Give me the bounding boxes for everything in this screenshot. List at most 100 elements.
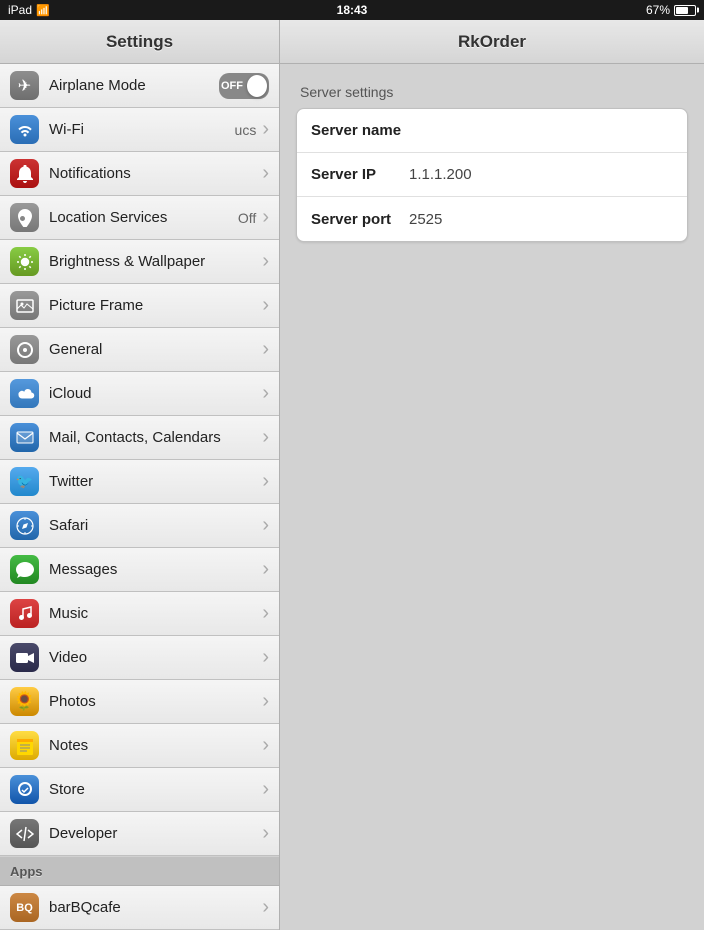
- status-left: iPad 📶: [8, 3, 50, 17]
- picture-frame-chevron: [262, 294, 269, 317]
- sidebar-item-notes[interactable]: Notes: [0, 724, 279, 768]
- location-services-value: Off: [238, 210, 256, 226]
- sidebar: Settings ✈ Airplane Mode OFF Wi-Fi: [0, 20, 280, 930]
- store-label: Store: [49, 781, 262, 798]
- sidebar-title: Settings: [106, 32, 173, 52]
- barbqcafe-chevron: [262, 896, 269, 919]
- airplane-mode-icon: ✈: [10, 71, 39, 100]
- location-services-label: Location Services: [49, 209, 238, 226]
- mail-chevron: [262, 426, 269, 449]
- notifications-chevron: [262, 162, 269, 185]
- general-icon: [10, 335, 39, 364]
- barbqcafe-label: barBQcafe: [49, 899, 262, 916]
- notes-label: Notes: [49, 737, 262, 754]
- notes-chevron: [262, 734, 269, 757]
- picture-frame-label: Picture Frame: [49, 297, 262, 314]
- battery-percent: 67%: [646, 3, 670, 17]
- status-time: 18:43: [337, 3, 368, 17]
- status-right: 67%: [646, 3, 696, 17]
- sidebar-item-general[interactable]: General: [0, 328, 279, 372]
- music-label: Music: [49, 605, 262, 622]
- sidebar-item-barbqcafe[interactable]: BQ barBQcafe: [0, 886, 279, 930]
- right-panel: RkOrder Server settings Server name Serv…: [280, 20, 704, 930]
- sidebar-item-wifi[interactable]: Wi-Fi ucs: [0, 108, 279, 152]
- sidebar-list: ✈ Airplane Mode OFF Wi-Fi ucs: [0, 64, 279, 930]
- airplane-mode-label: Airplane Mode: [49, 77, 219, 94]
- wifi-icon: [10, 115, 39, 144]
- photos-chevron: [262, 690, 269, 713]
- apps-section-header: Apps: [0, 856, 279, 886]
- sidebar-item-twitter[interactable]: 🐦 Twitter: [0, 460, 279, 504]
- battery-icon: [674, 5, 696, 16]
- twitter-chevron: [262, 470, 269, 493]
- server-settings-group: Server name Server IP 1.1.1.200 Server p…: [296, 108, 688, 242]
- twitter-icon: 🐦: [10, 467, 39, 496]
- server-name-label: Server name: [311, 122, 401, 139]
- mail-icon: [10, 423, 39, 452]
- apps-section-label: Apps: [10, 864, 43, 879]
- brightness-chevron: [262, 250, 269, 273]
- sidebar-item-notifications[interactable]: Notifications: [0, 152, 279, 196]
- store-chevron: [262, 778, 269, 801]
- server-settings-title: Server settings: [296, 84, 688, 100]
- twitter-label: Twitter: [49, 473, 262, 490]
- wifi-chevron: [262, 118, 269, 141]
- music-chevron: [262, 602, 269, 625]
- notifications-label: Notifications: [49, 165, 262, 182]
- icloud-label: iCloud: [49, 385, 262, 402]
- main-container: Settings ✈ Airplane Mode OFF Wi-Fi: [0, 20, 704, 930]
- sidebar-item-messages[interactable]: Messages: [0, 548, 279, 592]
- wifi-value: ucs: [235, 122, 257, 138]
- general-label: General: [49, 341, 262, 358]
- right-panel-content: Server settings Server name Server IP 1.…: [280, 64, 704, 262]
- safari-label: Safari: [49, 517, 262, 534]
- mail-label: Mail, Contacts, Calendars: [49, 429, 262, 446]
- server-port-value: 2525: [409, 211, 442, 228]
- notes-icon: [10, 731, 39, 760]
- server-port-label: Server port: [311, 211, 401, 228]
- sidebar-item-brightness[interactable]: Brightness & Wallpaper: [0, 240, 279, 284]
- photos-label: Photos: [49, 693, 262, 710]
- safari-chevron: [262, 514, 269, 537]
- messages-icon: [10, 555, 39, 584]
- video-icon: [10, 643, 39, 672]
- sidebar-item-photos[interactable]: 🌻 Photos: [0, 680, 279, 724]
- sidebar-item-store[interactable]: Store: [0, 768, 279, 812]
- airplane-mode-toggle[interactable]: OFF: [219, 73, 269, 99]
- server-port-row: Server port 2525: [297, 197, 687, 241]
- icloud-icon: [10, 379, 39, 408]
- developer-label: Developer: [49, 825, 262, 842]
- location-chevron: [262, 206, 269, 229]
- sidebar-item-location-services[interactable]: Location Services Off: [0, 196, 279, 240]
- sidebar-item-icloud[interactable]: iCloud: [0, 372, 279, 416]
- sidebar-item-airplane-mode[interactable]: ✈ Airplane Mode OFF: [0, 64, 279, 108]
- safari-icon: [10, 511, 39, 540]
- brightness-icon: [10, 247, 39, 276]
- barbqcafe-icon: BQ: [10, 893, 39, 922]
- sidebar-item-mail[interactable]: Mail, Contacts, Calendars: [0, 416, 279, 460]
- server-ip-label: Server IP: [311, 166, 401, 183]
- developer-icon: [10, 819, 39, 848]
- server-ip-row: Server IP 1.1.1.200: [297, 153, 687, 197]
- sidebar-item-safari[interactable]: Safari: [0, 504, 279, 548]
- video-label: Video: [49, 649, 262, 666]
- brightness-label: Brightness & Wallpaper: [49, 253, 262, 270]
- toggle-off-label: OFF: [221, 80, 243, 92]
- toggle-knob: [247, 75, 267, 97]
- sidebar-item-picture-frame[interactable]: Picture Frame: [0, 284, 279, 328]
- messages-chevron: [262, 558, 269, 581]
- wifi-label: Wi-Fi: [49, 121, 235, 138]
- store-icon: [10, 775, 39, 804]
- right-panel-title: RkOrder: [458, 32, 526, 52]
- device-label: iPad: [8, 3, 32, 17]
- server-ip-value: 1.1.1.200: [409, 166, 472, 183]
- sidebar-item-music[interactable]: Music: [0, 592, 279, 636]
- sidebar-header: Settings: [0, 20, 279, 64]
- general-chevron: [262, 338, 269, 361]
- right-panel-header: RkOrder: [280, 20, 704, 64]
- messages-label: Messages: [49, 561, 262, 578]
- developer-chevron: [262, 822, 269, 845]
- location-services-icon: [10, 203, 39, 232]
- sidebar-item-developer[interactable]: Developer: [0, 812, 279, 856]
- sidebar-item-video[interactable]: Video: [0, 636, 279, 680]
